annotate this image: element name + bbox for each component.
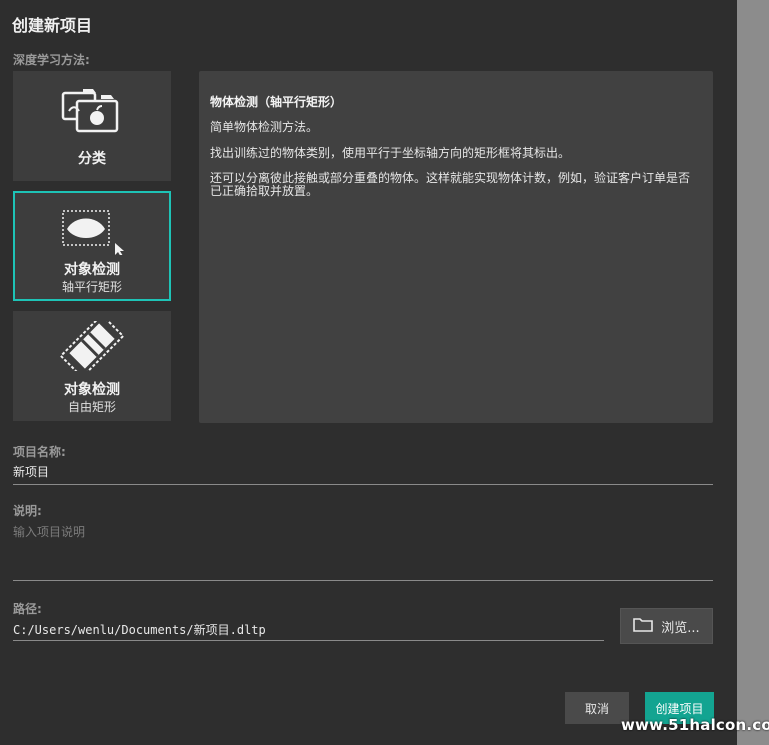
bounding-box-icon [15, 205, 169, 255]
description-text: 简单物体检测方法。 [210, 120, 319, 134]
path-underline [13, 640, 604, 641]
card-title: 对象检测 [64, 382, 120, 398]
description-text: 还可以分离彼此接触或部分重叠的物体。这样就能实现物体计数，例如，验证客户订单是否… [210, 171, 691, 198]
browse-label: 浏览... [661, 620, 700, 636]
method-description-panel: 物体检测（轴平行矩形） 简单物体检测方法。 找出训练过的物体类别，使用平行于坐标… [199, 71, 713, 423]
folder-icon [633, 616, 654, 636]
card-subtitle: 轴平行矩形 [61, 280, 122, 294]
project-name-label: 项目名称: [13, 445, 66, 459]
description-input[interactable]: 输入项目说明 [13, 523, 85, 540]
card-subtitle: 自由矩形 [67, 400, 116, 414]
cancel-button[interactable]: 取消 [565, 692, 629, 724]
images-folder-icon [13, 85, 171, 135]
method-label: 深度学习方法: [13, 53, 90, 67]
path-input[interactable]: C:/Users/wenlu/Documents/新项目.dltp [13, 621, 266, 638]
project-name-underline [13, 484, 713, 485]
watermark: www.51halcon.com [621, 716, 769, 734]
method-card-classification[interactable]: 分类 [13, 71, 171, 181]
background-strip [737, 0, 769, 745]
browse-button[interactable]: 浏览... [620, 608, 713, 644]
card-title: 对象检测 [64, 262, 120, 278]
description-heading: 物体检测（轴平行矩形） [210, 95, 343, 109]
dialog-title: 创建新项目 [12, 16, 93, 35]
method-card-detection-rotated[interactable]: 对象检测 自由矩形 [13, 311, 171, 421]
method-card-detection-axis-aligned[interactable]: 对象检测 轴平行矩形 [13, 191, 171, 301]
path-label: 路径: [13, 602, 42, 616]
rotated-box-icon [13, 321, 171, 371]
create-project-dialog: 创建新项目 深度学习方法: 分类 对象检测 轴平行矩形 对象检测 自由矩形 物体… [0, 0, 737, 745]
description-label: 说明: [13, 504, 42, 518]
card-title: 分类 [78, 151, 106, 167]
project-name-input[interactable]: 新项目 [13, 463, 49, 480]
description-underline [13, 580, 713, 581]
description-text: 找出训练过的物体类别，使用平行于坐标轴方向的矩形框将其标出。 [210, 146, 571, 160]
